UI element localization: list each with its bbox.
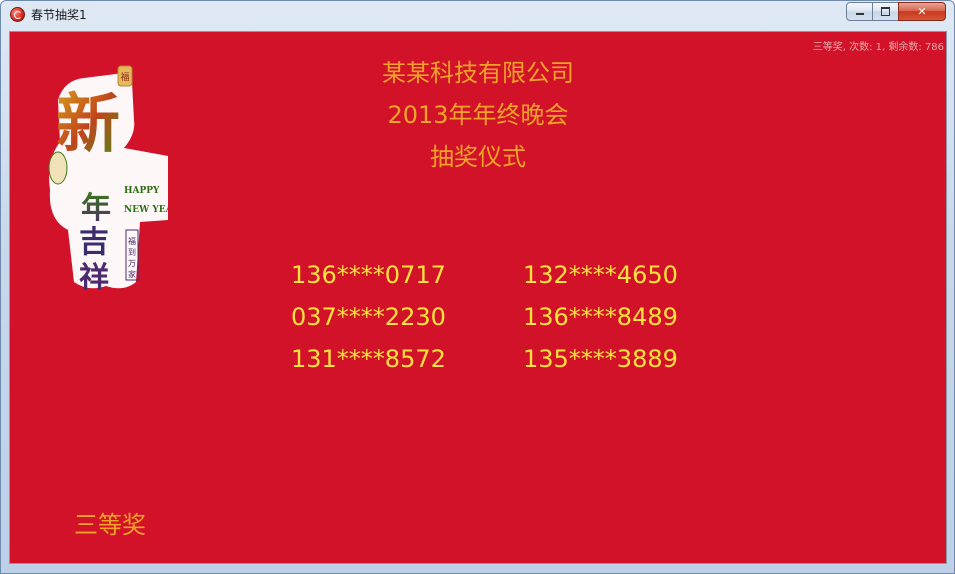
logo-main-char-1: 年 [81, 191, 111, 226]
minimize-button[interactable] [846, 2, 873, 21]
window-title: 春节抽奖1 [31, 8, 87, 22]
lottery-panel: 三等奖, 次数: 1, 剩余数: 786 福 新 年 吉 祥 HAPPY NEW… [9, 31, 947, 564]
maximize-button[interactable] [872, 2, 899, 21]
close-button[interactable]: ✕ [898, 2, 946, 21]
logo-side-2: 到 [128, 248, 136, 257]
event-name: 2013年年终晚会 [387, 101, 569, 129]
company-name: 某某科技有限公司 [382, 59, 574, 87]
winner-number: 037****2230 [291, 303, 446, 331]
winner-number: 136****8489 [523, 303, 678, 331]
minimize-icon [855, 13, 864, 15]
logo-main-char-2: 吉 [79, 225, 109, 260]
winner-number: 131****8572 [291, 345, 446, 373]
maximize-icon [881, 7, 890, 16]
winner-number: 135****3889 [523, 345, 678, 373]
status-text: 三等奖, 次数: 1, 剩余数: 786 [812, 42, 944, 53]
logo-english-2: NEW YEAR [124, 205, 168, 215]
logo-main-char-3: 祥 [79, 261, 109, 290]
winner-number: 136****0717 [291, 261, 446, 289]
logo-side-4: 家 [128, 269, 136, 279]
logo-english-1: HAPPY [124, 186, 160, 196]
logo-side-1: 福 [128, 237, 136, 246]
logo-side-3: 万 [128, 259, 136, 268]
title-bar[interactable]: 春节抽奖1 ✕ [1, 1, 954, 29]
winner-number: 132****4650 [523, 261, 678, 289]
app-icon [10, 7, 25, 22]
ceremony-title: 抽奖仪式 [430, 143, 526, 171]
new-year-logo: 福 新 年 吉 祥 HAPPY NEW YEAR 福 到 万 家 [48, 65, 168, 290]
close-icon: ✕ [917, 5, 927, 18]
app-window: 春节抽奖1 ✕ 三等奖, 次数: 1, 剩余数: 786 福 新 年 吉 祥 H… [0, 0, 955, 574]
prize-level: 三等奖 [74, 511, 146, 539]
